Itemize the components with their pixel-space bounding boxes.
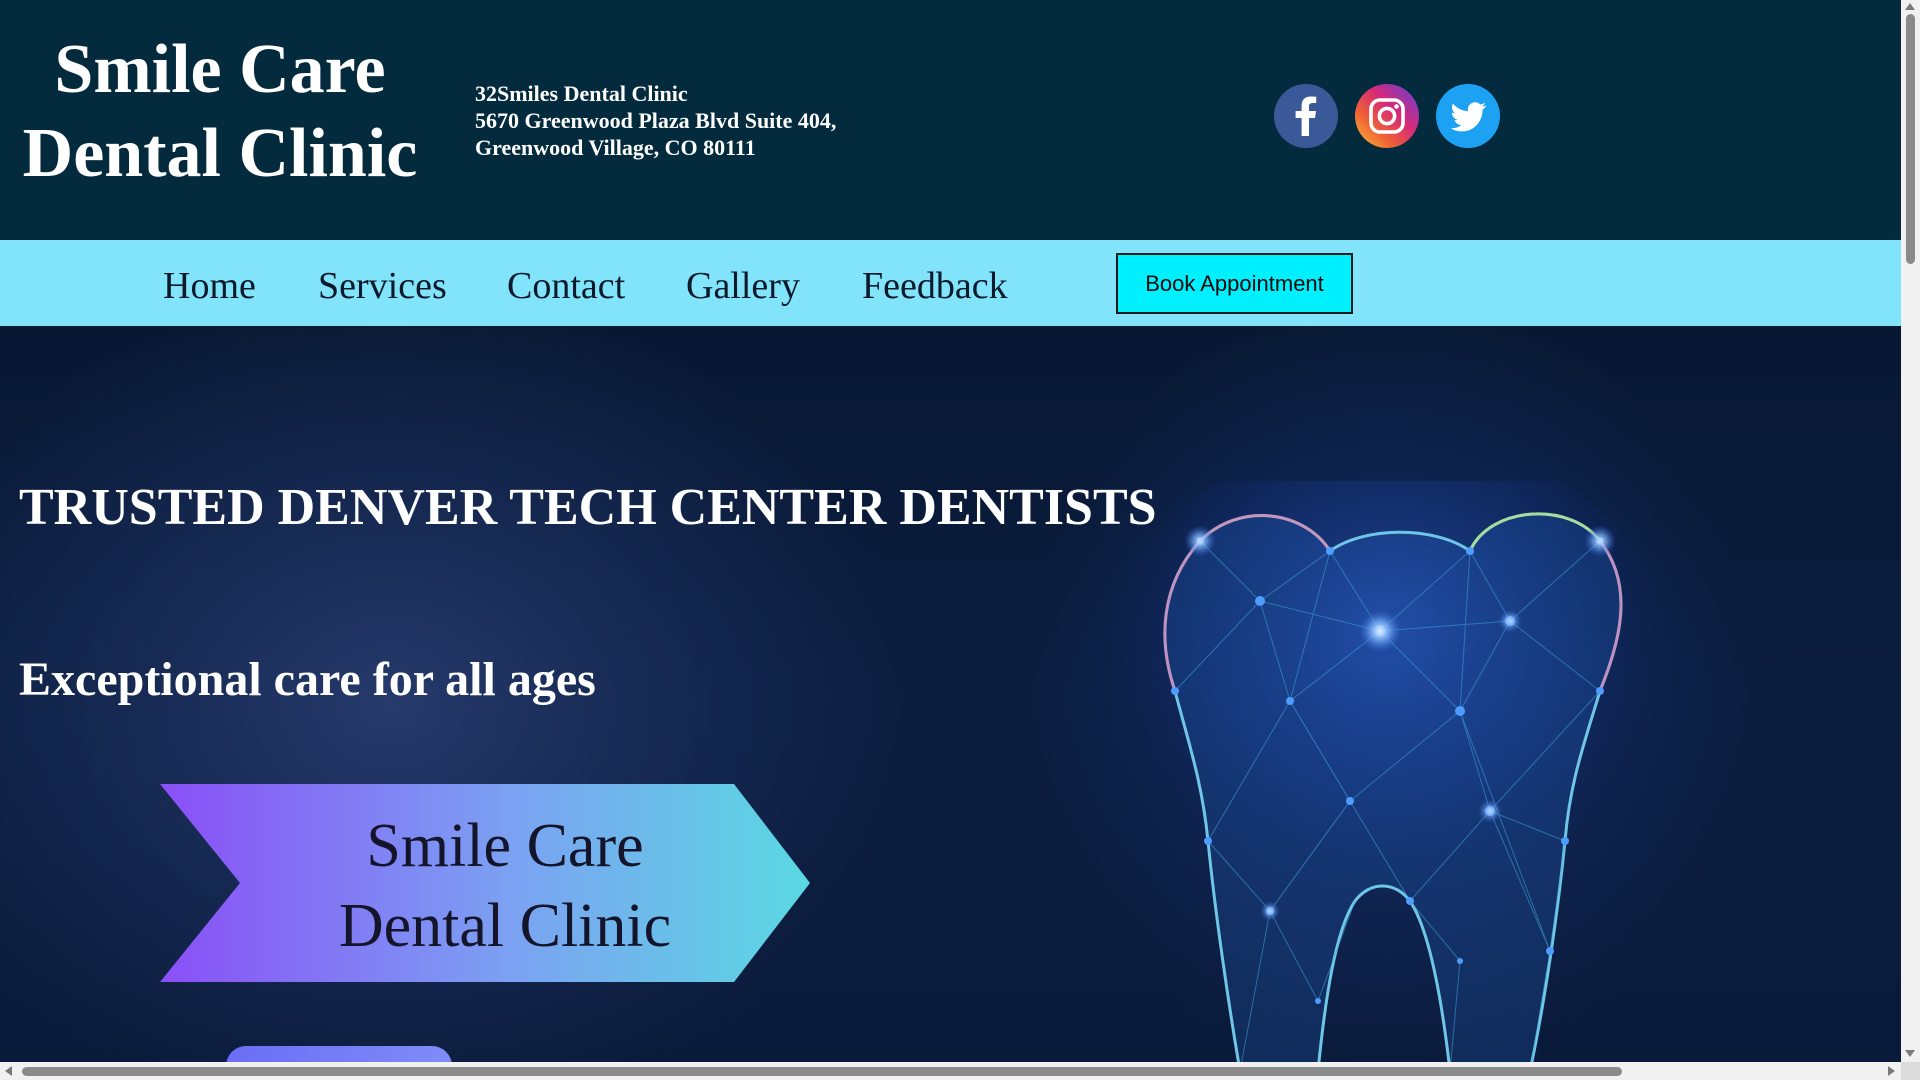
nav-item-services[interactable]: Services bbox=[318, 240, 447, 326]
twitter-icon bbox=[1450, 102, 1487, 132]
main-nav: Home Services Contact Gallery Feedback bbox=[0, 240, 1901, 326]
hero-title: TRUSTED DENVER TECH CENTER DENTISTS bbox=[19, 479, 1157, 536]
hero-subtitle: Exceptional care for all ages bbox=[19, 653, 596, 706]
address-line-2: 5670 Greenwood Plaza Blvd Suite 404, bbox=[475, 108, 837, 133]
scroll-up-icon[interactable] bbox=[1905, 3, 1915, 10]
clinic-address: 32Smiles Dental Clinic 5670 Greenwood Pl… bbox=[475, 80, 836, 161]
site-header: Smile Care Dental Clinic 32Smiles Dental… bbox=[0, 0, 1901, 240]
nav-item-feedback[interactable]: Feedback bbox=[862, 240, 1008, 326]
address-line-1: 32Smiles Dental Clinic bbox=[475, 81, 688, 106]
horizontal-scroll-thumb[interactable] bbox=[22, 1067, 1622, 1076]
scroll-left-icon[interactable] bbox=[5, 1066, 12, 1076]
vertical-scrollbar[interactable] bbox=[1901, 0, 1920, 1062]
nav-item-home[interactable]: Home bbox=[163, 240, 256, 326]
banner-text: Smile Care Dental Clinic bbox=[160, 806, 850, 966]
brand-line-1: Smile Care bbox=[54, 31, 386, 108]
instagram-link[interactable] bbox=[1355, 84, 1419, 148]
brand-line-2: Dental Clinic bbox=[22, 115, 418, 192]
address-line-3: Greenwood Village, CO 80111 bbox=[475, 135, 756, 160]
banner-line-1: Smile Care bbox=[366, 812, 644, 880]
hero-cta-button[interactable] bbox=[226, 1046, 452, 1062]
page-viewport: Smile Care Dental Clinic 32Smiles Dental… bbox=[0, 0, 1901, 1062]
tooth-illustration-icon bbox=[1090, 481, 1690, 1062]
banner-line-2: Dental Clinic bbox=[338, 892, 672, 960]
nav-item-contact[interactable]: Contact bbox=[507, 240, 625, 326]
scrollbar-corner bbox=[1901, 1062, 1920, 1080]
twitter-link[interactable] bbox=[1436, 84, 1500, 148]
hero-section: TRUSTED DENVER TECH CENTER DENTISTS Exce… bbox=[0, 326, 1901, 1062]
instagram-icon bbox=[1369, 98, 1405, 134]
facebook-icon bbox=[1295, 96, 1317, 136]
scroll-right-icon[interactable] bbox=[1888, 1066, 1895, 1076]
scroll-down-icon[interactable] bbox=[1905, 1050, 1915, 1057]
horizontal-scrollbar[interactable] bbox=[0, 1062, 1901, 1080]
book-appointment-button[interactable]: Book Appointment bbox=[1116, 253, 1353, 314]
facebook-link[interactable] bbox=[1274, 84, 1338, 148]
nav-item-gallery[interactable]: Gallery bbox=[686, 240, 800, 326]
site-brand[interactable]: Smile Care Dental Clinic bbox=[20, 28, 420, 196]
vertical-scroll-thumb[interactable] bbox=[1906, 14, 1915, 264]
